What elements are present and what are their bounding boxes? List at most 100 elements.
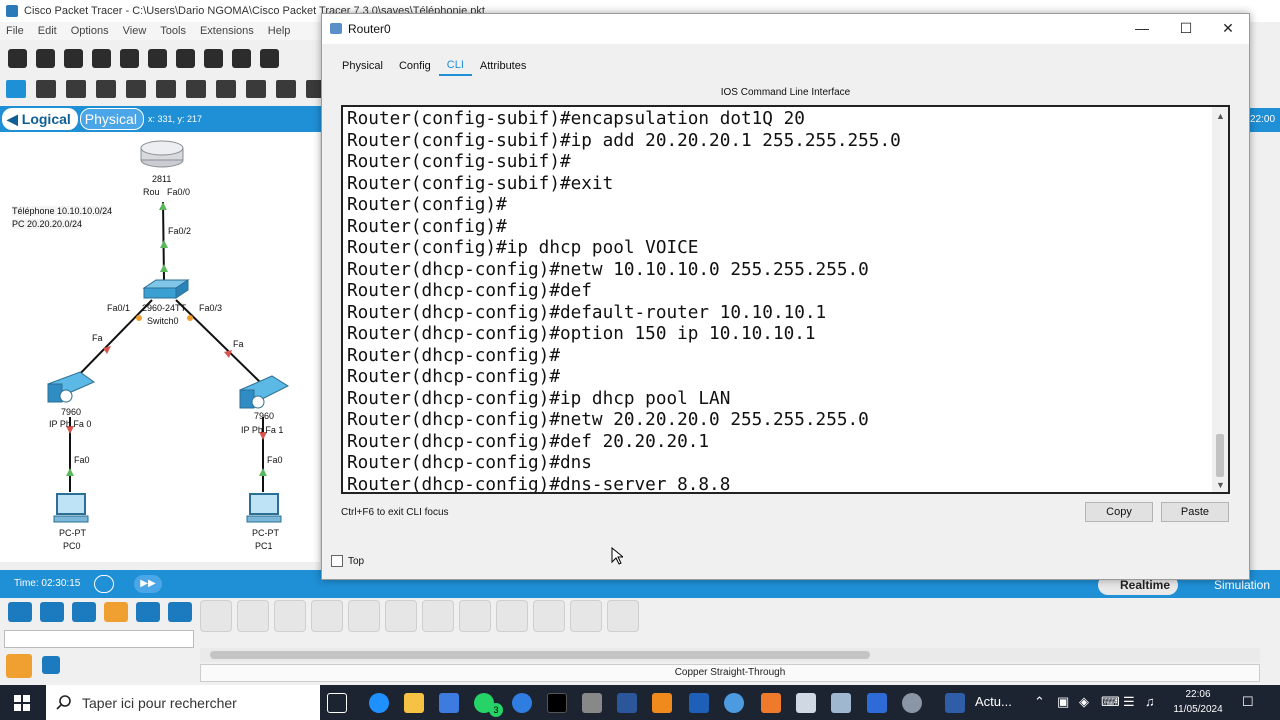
resize-icon[interactable] [96,80,116,98]
connections-category-icon[interactable] [104,602,128,622]
print-icon[interactable] [92,48,111,68]
tray-clock[interactable]: 22:06 11/05/2024 [1170,687,1226,717]
volume-icon[interactable]: ♫ [1145,694,1155,709]
freeform-icon[interactable] [246,80,266,98]
cli-scroll-thumb[interactable] [1216,434,1224,477]
logical-mode-button[interactable]: ◀ Logical [2,108,78,130]
zoom-icon[interactable] [867,693,887,713]
switch-device-icon[interactable] [142,279,190,299]
pen-tool-icon[interactable] [582,693,602,713]
word-icon[interactable] [617,693,637,713]
input-language-icon[interactable]: ⌨ [1101,694,1120,710]
packet-tracer-active-icon[interactable] [831,693,851,713]
iot-custom-cable-icon[interactable] [570,600,602,632]
fast-forward-icon[interactable]: ▶▶ [134,575,162,593]
tab-attributes[interactable]: Attributes [472,56,534,76]
tab-config[interactable]: Config [391,56,439,76]
ip-phone-device-icon[interactable] [47,371,96,403]
menu-extensions[interactable]: Extensions [200,25,254,37]
file-explorer-icon[interactable] [404,693,424,713]
scroll-down-arrow-icon[interactable]: ▼ [1216,480,1225,490]
settings-gear-icon[interactable] [902,693,922,713]
note-phone-subnet[interactable]: Téléphone 10.10.10.0/24 [12,206,113,216]
cli-terminal[interactable]: Router(config-subif)#encapsulation dot1Q… [341,105,1230,494]
auto-connect-cable-icon[interactable] [200,600,232,632]
maximize-button[interactable]: ☐ [1164,14,1208,42]
select-icon[interactable] [6,80,26,98]
network-info-icon[interactable] [148,48,167,68]
console-cable-icon[interactable] [237,600,269,632]
browser-app-icon[interactable] [512,693,532,713]
edge-browser-icon[interactable] [369,693,389,713]
note-pc-subnet[interactable]: PC 20.20.20.0/24 [12,219,83,229]
draw-rectangle-icon[interactable] [186,80,206,98]
menu-help[interactable]: Help [268,25,291,37]
vscode-icon[interactable] [724,693,744,713]
inspect-icon[interactable] [36,80,56,98]
grid-view-icon[interactable] [42,656,60,674]
show-hidden-icons-chevron-icon[interactable]: ⌃ [1034,694,1045,710]
serial-dce-cable-icon[interactable] [459,600,491,632]
pc-device-icon[interactable] [53,493,89,523]
info-icon[interactable] [120,48,139,68]
coaxial-cable-icon[interactable] [422,600,454,632]
draw-ellipse-icon[interactable] [216,80,236,98]
save-icon[interactable] [64,48,83,68]
xampp-icon[interactable] [761,693,781,713]
logical-workspace-canvas[interactable]: 2811 Rou Fa0/0 Téléphone 10.10.10.0/24 P… [0,132,320,562]
draw-line-icon[interactable] [156,80,176,98]
serial-dte-cable-icon[interactable] [496,600,528,632]
snipping-tool-icon[interactable] [652,693,672,713]
start-button[interactable] [0,685,44,720]
wifi-icon[interactable]: ☰ [1123,694,1135,710]
octal-cable-icon[interactable] [533,600,565,632]
new-file-icon[interactable] [8,48,27,68]
usb-cable-icon[interactable] [607,600,639,632]
power-cycle-icon[interactable] [94,575,114,593]
menu-view[interactable]: View [123,25,147,37]
palette-scroll-thumb[interactable] [210,651,870,659]
phone-cable-icon[interactable] [385,600,417,632]
scroll-up-arrow-icon[interactable]: ▲ [1216,111,1225,121]
tab-physical[interactable]: Physical [334,56,391,76]
end-devices-category-icon[interactable] [8,602,32,622]
redo-icon[interactable] [260,48,279,68]
physical-mode-button[interactable]: Physical [79,108,144,130]
delete-icon[interactable] [66,80,86,98]
device-search-input[interactable] [4,630,194,648]
pdu-envelope-icon[interactable] [276,80,296,98]
dialog-titlebar[interactable]: Router0 — ☐ ✕ [322,14,1249,44]
taskbar-search-box[interactable]: Taper ici pour rechercher [46,685,320,720]
undo-icon[interactable] [232,48,251,68]
copy-icon[interactable] [176,48,195,68]
paste-button[interactable]: Paste [1161,502,1229,522]
microsoft-store-icon[interactable] [439,693,459,713]
minimize-button[interactable]: — [1120,14,1164,42]
cli-vertical-scrollbar[interactable]: ▲ ▼ [1212,107,1228,492]
menu-options[interactable]: Options [71,25,109,37]
top-checkbox[interactable] [331,555,343,567]
copper-straight-through-cable-icon[interactable] [274,600,306,632]
notifications-icon[interactable]: ☐ [1242,694,1254,710]
tiktok-icon[interactable] [547,693,567,713]
remote-desktop-icon[interactable] [689,693,709,713]
news-widget-icon[interactable] [945,693,965,713]
misc-category-icon[interactable] [136,602,160,622]
task-view-icon[interactable] [327,693,347,713]
ip-phone-device-icon[interactable] [239,375,290,409]
packet-tracer-icon[interactable] [796,693,816,713]
multiuser-category-icon[interactable] [168,602,192,622]
paste-icon[interactable] [204,48,223,68]
fiber-cable-icon[interactable] [348,600,380,632]
network-icon[interactable]: ◈ [1079,694,1089,710]
network-devices-category-icon[interactable] [40,602,64,622]
open-folder-icon[interactable] [36,48,55,68]
menu-file[interactable]: File [6,25,24,37]
news-widget-label[interactable]: Actu... [975,694,1012,709]
close-button[interactable]: ✕ [1206,14,1250,42]
menu-edit[interactable]: Edit [38,25,57,37]
note-icon[interactable] [126,80,146,98]
copper-cross-over-cable-icon[interactable] [311,600,343,632]
router-device-icon[interactable] [140,140,184,168]
connections-subcategory-icon[interactable] [6,654,32,678]
